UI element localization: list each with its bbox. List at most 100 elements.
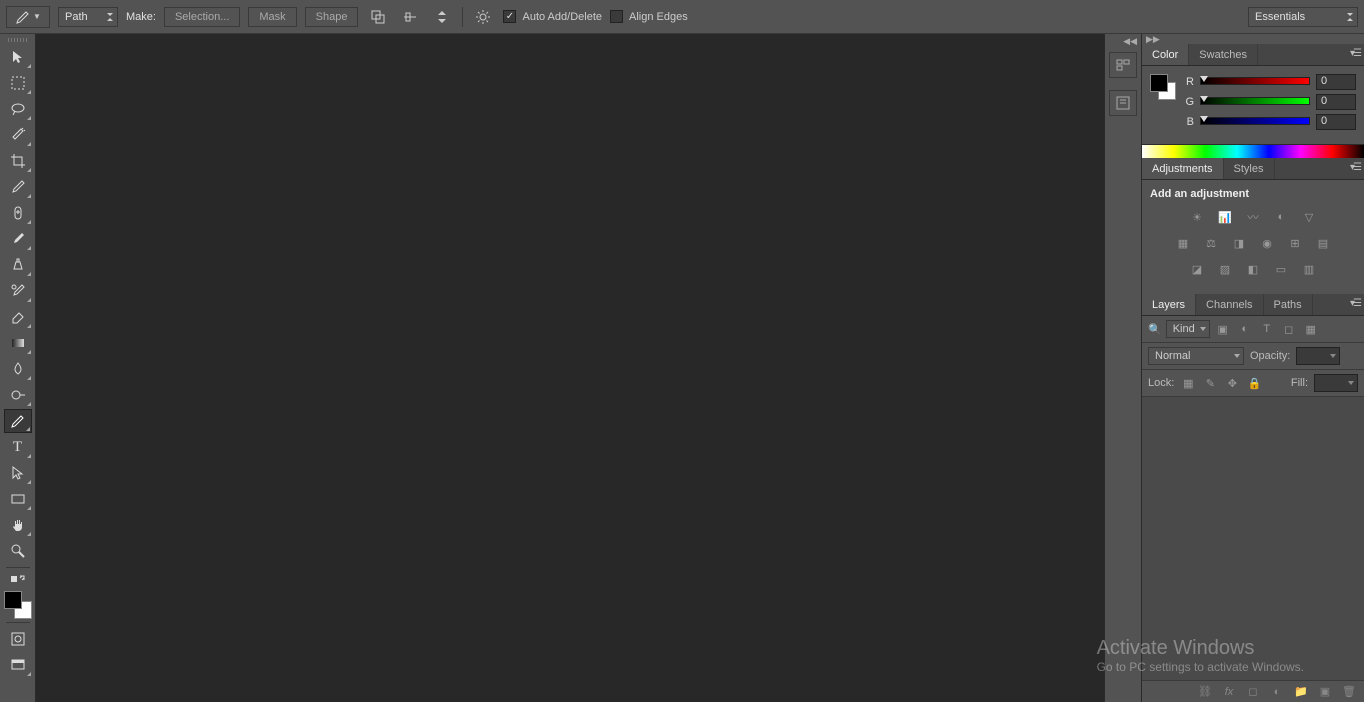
lock-image-icon[interactable]: ✎ (1202, 376, 1218, 390)
levels-icon[interactable]: 📊 (1215, 208, 1235, 226)
eyedropper-tool[interactable] (4, 175, 32, 199)
panel-menu-icon[interactable] (1350, 298, 1360, 309)
layer-mask-icon[interactable]: ◻ (1246, 685, 1260, 698)
filter-shape-icon[interactable]: ◻ (1280, 321, 1298, 337)
vibrance-icon[interactable]: ▽ (1299, 208, 1319, 226)
blur-tool[interactable] (4, 357, 32, 381)
tab-layers[interactable]: Layers (1142, 294, 1196, 315)
path-arrange-icon[interactable] (430, 5, 454, 29)
filter-kind-dropdown[interactable]: Kind (1166, 320, 1210, 338)
quick-mask-tool[interactable] (4, 627, 32, 651)
tab-channels[interactable]: Channels (1196, 294, 1263, 315)
path-selection-tool[interactable] (4, 461, 32, 485)
clone-stamp-tool[interactable] (4, 253, 32, 277)
tool-preset-picker[interactable]: ▼ (6, 6, 50, 28)
filter-pixel-icon[interactable]: ▣ (1214, 321, 1232, 337)
red-value-input[interactable]: 0 (1316, 74, 1356, 90)
path-align-icon[interactable] (398, 5, 422, 29)
dock-collapse-icon[interactable]: ◀◀ (1105, 36, 1141, 46)
tab-styles[interactable]: Styles (1224, 158, 1275, 179)
marquee-tool[interactable] (4, 71, 32, 95)
pen-tool[interactable] (4, 409, 32, 433)
color-spectrum[interactable] (1142, 144, 1364, 158)
link-layers-icon[interactable]: ⛓ (1198, 685, 1212, 698)
delete-layer-icon[interactable]: 🗑 (1342, 685, 1356, 698)
filter-smart-icon[interactable]: ▦ (1302, 321, 1320, 337)
green-value-input[interactable]: 0 (1316, 94, 1356, 110)
green-slider[interactable] (1200, 97, 1310, 107)
curves-icon[interactable]: 〰 (1243, 208, 1263, 226)
crop-tool[interactable] (4, 149, 32, 173)
panel-grip[interactable] (0, 36, 35, 44)
make-mask-button[interactable]: Mask (248, 7, 296, 27)
bw-icon[interactable]: ◨ (1229, 234, 1249, 252)
posterize-icon[interactable]: ▨ (1215, 260, 1235, 278)
path-operations-icon[interactable] (366, 5, 390, 29)
tab-swatches[interactable]: Swatches (1189, 44, 1258, 65)
layers-list[interactable] (1142, 397, 1364, 680)
pen-mode-dropdown[interactable]: Path (58, 7, 118, 27)
adjustments-title: Add an adjustment (1150, 188, 1356, 200)
new-fill-icon[interactable]: ◐ (1270, 686, 1284, 698)
brightness-contrast-icon[interactable]: ☀ (1187, 208, 1207, 226)
move-tool[interactable] (4, 45, 32, 69)
layer-fx-icon[interactable]: fx (1222, 686, 1236, 698)
foreground-background-colors[interactable] (4, 591, 32, 619)
lock-transparent-icon[interactable]: ▦ (1180, 376, 1196, 390)
blue-value-input[interactable]: 0 (1316, 114, 1356, 130)
channel-mixer-icon[interactable]: ⊞ (1285, 234, 1305, 252)
red-slider[interactable] (1200, 77, 1310, 87)
lock-all-icon[interactable]: 🔒 (1246, 376, 1262, 390)
filter-adjust-icon[interactable]: ◐ (1236, 321, 1254, 337)
hand-tool[interactable] (4, 513, 32, 537)
tab-adjustments[interactable]: Adjustments (1142, 158, 1224, 179)
eraser-tool[interactable] (4, 305, 32, 329)
fill-field[interactable] (1314, 374, 1358, 392)
history-brush-tool[interactable] (4, 279, 32, 303)
panel-menu-icon[interactable] (1350, 162, 1360, 173)
color-balance-icon[interactable]: ⚖ (1201, 234, 1221, 252)
panel-expand-icon[interactable]: ▶▶ (1142, 34, 1364, 44)
new-layer-icon[interactable]: ▣ (1318, 685, 1332, 698)
opacity-field[interactable] (1296, 347, 1340, 365)
blue-slider[interactable] (1200, 117, 1310, 127)
lock-position-icon[interactable]: ✥ (1224, 376, 1240, 390)
panel-menu-icon[interactable] (1350, 48, 1360, 59)
filter-type-icon[interactable]: T (1258, 321, 1276, 337)
exposure-icon[interactable]: ◐ (1271, 208, 1291, 226)
align-edges-checkbox[interactable]: Align Edges (610, 10, 688, 23)
new-group-icon[interactable]: 📁 (1294, 685, 1308, 698)
make-selection-button[interactable]: Selection... (164, 7, 240, 27)
gear-icon[interactable] (471, 5, 495, 29)
gradient-map-icon[interactable]: ▭ (1271, 260, 1291, 278)
collapsed-dock-strip: ◀◀ (1104, 34, 1142, 702)
photo-filter-icon[interactable]: ◉ (1257, 234, 1277, 252)
history-panel-icon[interactable] (1109, 52, 1137, 78)
threshold-icon[interactable]: ◧ (1243, 260, 1263, 278)
screen-mode-tool[interactable] (4, 653, 32, 677)
workspace-dropdown[interactable]: Essentials (1248, 7, 1358, 27)
color-fgbg-mini[interactable] (1150, 74, 1176, 100)
zoom-tool[interactable] (4, 539, 32, 563)
lasso-tool[interactable] (4, 97, 32, 121)
properties-panel-icon[interactable] (1109, 90, 1137, 116)
dodge-tool[interactable] (4, 383, 32, 407)
invert-icon[interactable]: ◪ (1187, 260, 1207, 278)
foreground-color[interactable] (4, 591, 22, 609)
selective-color-icon[interactable]: ▥ (1299, 260, 1319, 278)
make-shape-button[interactable]: Shape (305, 7, 359, 27)
swap-colors-icon[interactable] (4, 572, 32, 586)
gradient-tool[interactable] (4, 331, 32, 355)
blend-mode-dropdown[interactable]: Normal (1148, 347, 1244, 365)
hue-sat-icon[interactable]: ▦ (1173, 234, 1193, 252)
healing-brush-tool[interactable] (4, 201, 32, 225)
tab-paths[interactable]: Paths (1264, 294, 1313, 315)
tab-color[interactable]: Color (1142, 44, 1189, 65)
type-tool[interactable]: T (4, 435, 32, 459)
magic-wand-tool[interactable] (4, 123, 32, 147)
color-lookup-icon[interactable]: ▤ (1313, 234, 1333, 252)
brush-tool[interactable] (4, 227, 32, 251)
rectangle-tool[interactable] (4, 487, 32, 511)
canvas-area[interactable] (36, 34, 1104, 702)
auto-add-delete-checkbox[interactable]: Auto Add/Delete (503, 10, 602, 23)
